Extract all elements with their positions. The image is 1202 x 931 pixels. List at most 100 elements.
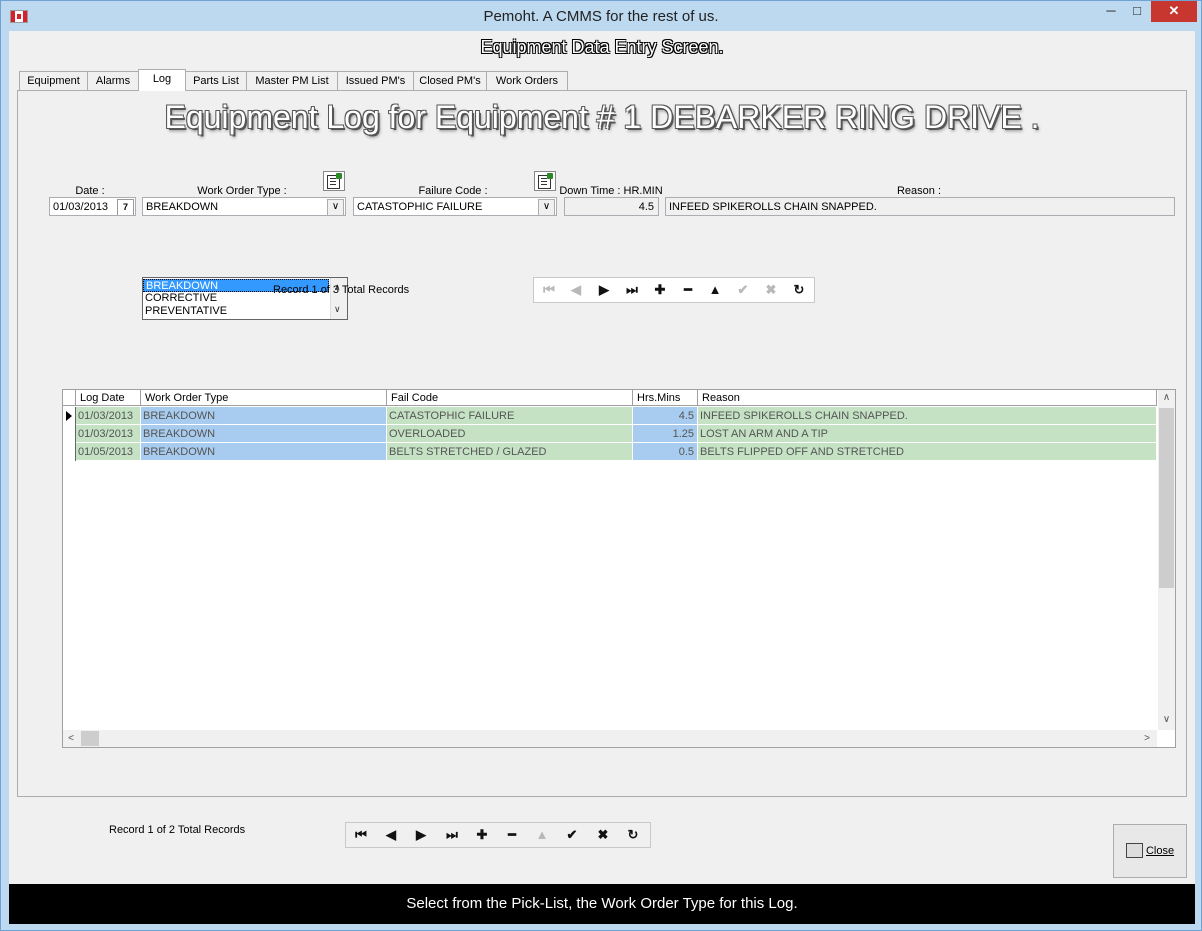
failure-code-select[interactable]: CATASTOPHIC FAILURE ∨ [353,197,557,216]
minimize-button[interactable]: ─ [1099,1,1123,22]
vertical-scroll-thumb[interactable] [1159,408,1174,588]
date-label: Date : [75,185,105,197]
column-header-log-date[interactable]: Log Date [76,390,141,406]
cell-reason[interactable]: BELTS FLIPPED OFF AND STRETCHED [698,443,1157,461]
status-bar: Select from the Pick-List, the Work Orde… [9,884,1195,924]
chevron-left-icon[interactable]: < [63,730,79,747]
tab-master-pm-list[interactable]: Master PM List [246,71,338,90]
maximize-button[interactable]: □ [1125,1,1149,22]
down-time-field[interactable]: 4.5 [564,197,659,216]
tab-parts-list[interactable]: Parts List [185,71,247,90]
column-header-hrs-mins[interactable]: Hrs.Mins [633,390,698,406]
last-record-icon[interactable]: ⏭ [441,826,463,844]
chevron-down-icon[interactable]: ∨ [538,199,555,215]
close-button[interactable]: Close [1113,824,1187,878]
date-field[interactable]: 01/03/2013 7 [49,197,136,216]
tab-issued-pms[interactable]: Issued PM's [337,71,414,90]
prev-record-icon[interactable]: ◀ [380,826,402,844]
chevron-down-icon[interactable]: ∨ [1158,712,1175,728]
work-order-type-select[interactable]: BREAKDOWN ∨ [142,197,346,216]
dropdown-option-preventative[interactable]: PREVENTATIVE [143,305,331,318]
log-navigator: ⏮ ◀ ▶ ⏭ ✚ ━ ▲ ✔ ✖ ↻ [533,277,815,303]
cell-log-date[interactable]: 01/03/2013 [76,425,141,443]
grid-vertical-scrollbar[interactable]: ∧ ∨ [1158,390,1175,730]
failure-code-label: Failure Code : [418,185,488,197]
tab-log[interactable]: Log [138,69,186,91]
calendar-icon[interactable]: 7 [117,199,134,215]
cell-hrs-mins[interactable]: 4.5 [633,407,698,425]
post-record-icon[interactable]: ✔ [561,826,583,844]
screen-title: Equipment Data Entry Screen. [480,37,724,57]
cell-reason[interactable]: INFEED SPIKEROLLS CHAIN SNAPPED. [698,407,1157,425]
refresh-icon[interactable]: ↻ [788,281,810,299]
cell-work-order-type[interactable]: BREAKDOWN [141,443,387,461]
horizontal-scroll-thumb[interactable] [81,731,99,746]
cancel-record-icon[interactable]: ✖ [592,826,614,844]
column-header-work-order-type[interactable]: Work Order Type [141,390,387,406]
delete-record-icon[interactable]: ━ [677,281,699,299]
first-record-icon[interactable]: ⏮ [538,281,560,299]
window-close-button[interactable]: ✕ [1151,1,1197,22]
table-row[interactable]: 01/03/2013 BREAKDOWN OVERLOADED 1.25 LOS… [63,425,1157,443]
failure-code-value: CATASTOPHIC FAILURE [357,201,483,213]
tab-work-orders[interactable]: Work Orders [486,71,568,90]
edit-record-icon[interactable]: ▲ [704,281,726,299]
chevron-down-icon[interactable]: ∨ [334,304,341,315]
edit-record-icon[interactable]: ▲ [531,826,553,844]
column-header-reason[interactable]: Reason [698,390,1157,406]
current-row-indicator [63,407,76,425]
add-record-icon[interactable]: ✚ [649,281,671,299]
grid-horizontal-scrollbar[interactable]: < > [63,730,1157,747]
tab-equipment[interactable]: Equipment [19,71,88,90]
title-bar: Pemoht. A CMMS for the rest of us. ─ □ ✕ [1,1,1201,31]
cancel-record-icon[interactable]: ✖ [760,281,782,299]
prev-record-icon[interactable]: ◀ [565,281,587,299]
refresh-icon[interactable]: ↻ [622,826,644,844]
cell-log-date[interactable]: 01/03/2013 [76,407,141,425]
date-value: 01/03/2013 [53,201,109,213]
work-order-type-label: Work Order Type : [197,185,287,197]
next-record-icon[interactable]: ▶ [593,281,615,299]
equipment-record-info: Record 1 of 2 Total Records [109,824,246,836]
cell-fail-code[interactable]: CATASTOPHIC FAILURE [387,407,633,425]
first-record-icon[interactable]: ⏮ [350,826,372,844]
equipment-navigator: ⏮ ◀ ▶ ⏭ ✚ ━ ▲ ✔ ✖ ↻ [345,822,651,848]
window-title: Pemoht. A CMMS for the rest of us. [483,8,719,25]
table-row[interactable]: 01/05/2013 BREAKDOWN BELTS STRETCHED / G… [63,443,1157,461]
client-area: Equipment Data Entry Screen. Equipment A… [9,31,1195,924]
last-record-icon[interactable]: ⏭ [621,281,643,299]
grid-corner [63,390,76,406]
cell-reason[interactable]: LOST AN ARM AND A TIP [698,425,1157,443]
cell-work-order-type[interactable]: BREAKDOWN [141,425,387,443]
failure-code-picklist-icon[interactable] [534,171,556,191]
cell-hrs-mins[interactable]: 0.5 [633,443,698,461]
delete-record-icon[interactable]: ━ [501,826,523,844]
next-record-icon[interactable]: ▶ [410,826,432,844]
app-window: Pemoht. A CMMS for the rest of us. ─ □ ✕… [0,0,1202,931]
chevron-up-icon[interactable]: ∧ [1158,390,1175,406]
equipment-log-heading: Equipment Log for Equipment # 1 DEBARKER… [164,99,1040,135]
tab-closed-pms[interactable]: Closed PM's [413,71,487,90]
cell-fail-code[interactable]: OVERLOADED [387,425,633,443]
log-tab-panel: Equipment Log for Equipment # 1 DEBARKER… [17,90,1187,797]
cell-hrs-mins[interactable]: 1.25 [633,425,698,443]
add-record-icon[interactable]: ✚ [471,826,493,844]
close-button-label: Close [1145,845,1175,857]
tab-alarms[interactable]: Alarms [87,71,139,90]
chevron-right-icon[interactable]: > [1139,730,1155,747]
reason-label: Reason : [896,185,942,197]
work-order-type-picklist-icon[interactable] [323,171,345,191]
log-grid: Log Date Work Order Type Fail Code Hrs.M… [62,389,1176,748]
reason-field[interactable]: INFEED SPIKEROLLS CHAIN SNAPPED. [665,197,1175,216]
row-indicator [63,443,76,461]
column-header-fail-code[interactable]: Fail Code [387,390,633,406]
work-order-type-value: BREAKDOWN [146,201,219,213]
row-indicator [63,425,76,443]
chevron-down-icon[interactable]: ∨ [327,199,344,215]
log-record-info: Record 1 of 3 Total Records [273,284,410,296]
cell-log-date[interactable]: 01/05/2013 [76,443,141,461]
post-record-icon[interactable]: ✔ [732,281,754,299]
cell-fail-code[interactable]: BELTS STRETCHED / GLAZED [387,443,633,461]
table-row[interactable]: 01/03/2013 BREAKDOWN CATASTOPHIC FAILURE… [63,407,1157,425]
cell-work-order-type[interactable]: BREAKDOWN [141,407,387,425]
